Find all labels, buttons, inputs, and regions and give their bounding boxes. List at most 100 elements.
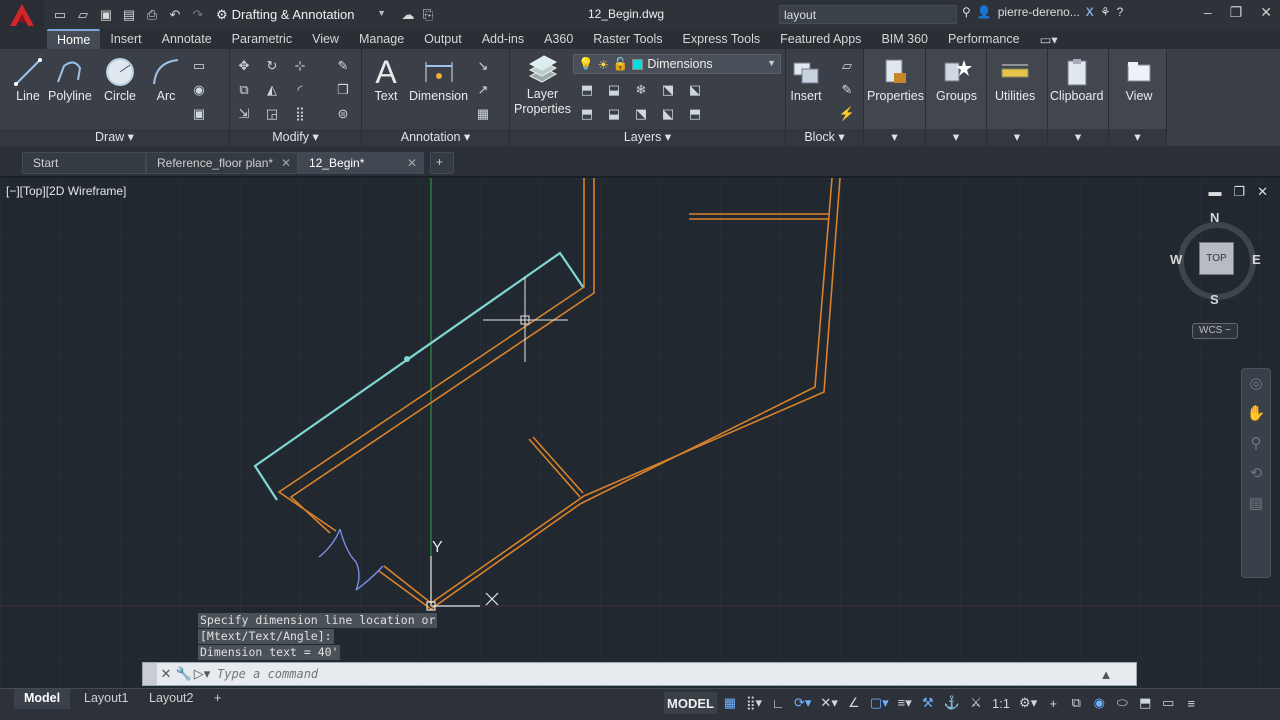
share-icon[interactable]: ☁ — [398, 5, 418, 25]
drawing-area[interactable]: Y [−][Top][2D Wireframe] ▬ ❐ ✕ TOP N S E… — [0, 178, 1280, 688]
fillet-icon[interactable]: ◜ — [291, 81, 309, 99]
minimize-icon[interactable]: – — [1204, 4, 1212, 21]
tab-add-ins[interactable]: Add-ins — [472, 30, 534, 48]
showmotion-icon[interactable]: ▤ — [1242, 489, 1270, 519]
annotation-scale-value[interactable]: 1:1 — [989, 692, 1013, 714]
zoom-extents-icon[interactable]: ⚲ — [1242, 429, 1270, 459]
rotate-icon[interactable]: ↻ — [263, 57, 281, 75]
groups-button[interactable]: Groups — [936, 55, 977, 103]
tab-parametric[interactable]: Parametric — [222, 30, 302, 48]
workspace-switch-icon[interactable]: ⚙▾ — [1016, 692, 1040, 714]
doc-tab-start[interactable]: Start — [22, 152, 146, 174]
tab-home[interactable]: Home — [47, 29, 101, 49]
units-icon[interactable]: ⧉ — [1066, 692, 1086, 714]
snap-icon[interactable]: ⣿▾ — [743, 692, 765, 714]
layer-freeze-icon[interactable]: ❄ — [632, 81, 650, 99]
layers-panel-title[interactable]: Layers ▾ — [510, 129, 785, 146]
user-icon[interactable]: 👤 — [977, 5, 992, 19]
viewcube[interactable]: TOP N S E W — [1170, 210, 1262, 307]
polar-tracking-icon[interactable]: ⟳▾ — [791, 692, 814, 714]
properties-button[interactable]: Properties — [867, 55, 924, 103]
layer-dropdown[interactable]: 💡 ☀ 🔓 Dimensions ▼ — [573, 54, 781, 74]
groups-expand[interactable]: ▾ — [926, 129, 986, 146]
layout-tab-layout1[interactable]: Layout1 — [74, 689, 138, 709]
workspace-dropdown[interactable]: ⚙ Drafting & Annotation ▼ — [212, 4, 390, 26]
user-name[interactable]: pierre-dereno... — [998, 5, 1080, 19]
annotation-visibility-icon[interactable]: ⚒ — [918, 692, 938, 714]
arc-button[interactable]: Arc — [148, 55, 184, 103]
binoculars-icon[interactable]: ⚲ — [962, 5, 971, 19]
minimize-viewport-icon[interactable]: ▬ — [1208, 184, 1221, 200]
layout-tab-model[interactable]: Model — [14, 689, 71, 709]
tab-manage[interactable]: Manage — [349, 30, 414, 48]
properties-expand[interactable]: ▾ — [864, 129, 925, 146]
ribbon-options-icon[interactable]: ▭▾ — [1030, 30, 1068, 49]
gradient-icon[interactable]: ▣ — [190, 105, 208, 123]
tab-express-tools[interactable]: Express Tools — [673, 30, 771, 48]
grid-icon[interactable]: ▦ — [720, 692, 740, 714]
insert-button[interactable]: Insert — [788, 55, 824, 103]
redo-icon[interactable]: ↷ — [188, 5, 208, 25]
orbit-icon[interactable]: ⟲ — [1242, 459, 1270, 489]
lineweight-icon[interactable]: ≡▾ — [895, 692, 915, 714]
object-snap-tracking-icon[interactable]: ∠ — [844, 692, 864, 714]
layer-unisolate-icon[interactable]: ⬕ — [686, 81, 704, 99]
block-panel-title[interactable]: Block ▾ — [786, 129, 863, 146]
help-icon[interactable]: ? — [1117, 5, 1124, 19]
customization-icon[interactable]: ≡ — [1181, 692, 1201, 714]
ortho-icon[interactable]: ∟ — [768, 692, 788, 714]
hardware-acceleration-icon[interactable]: ⬒ — [1135, 692, 1155, 714]
undo-icon[interactable]: ↶ — [165, 5, 185, 25]
tab-a360[interactable]: A360 — [534, 30, 583, 48]
edit-block-icon[interactable]: ✎ — [838, 81, 856, 99]
object-snap-icon[interactable]: ▢▾ — [867, 692, 892, 714]
mleader-icon[interactable]: ↗ — [474, 81, 492, 99]
tab-featured-apps[interactable]: Featured Apps — [770, 30, 871, 48]
layout-tab-layout2[interactable]: Layout2 — [139, 689, 203, 709]
layer-properties-button[interactable]: Layer Properties — [514, 53, 571, 117]
wrench-icon[interactable]: 🔧 — [175, 666, 193, 682]
match-layer-icon[interactable]: ⬓ — [605, 105, 623, 123]
command-prompt-icon[interactable]: ▷▾ — [193, 666, 211, 682]
plot-icon[interactable]: ⎘ — [418, 5, 438, 25]
isolate-objects-icon[interactable]: ⬭ — [1112, 692, 1132, 714]
tab-raster-tools[interactable]: Raster Tools — [583, 30, 672, 48]
tab-insert[interactable]: Insert — [100, 30, 151, 48]
draw-panel-title[interactable]: Draw ▾ — [0, 129, 229, 146]
restore-viewport-icon[interactable]: ❐ — [1233, 184, 1245, 200]
tab-annotate[interactable]: Annotate — [152, 30, 222, 48]
block-attribute-icon[interactable]: ⚡ — [838, 105, 856, 123]
erase-icon[interactable]: ✎ — [334, 57, 352, 75]
quick-properties-icon[interactable]: ◉ — [1089, 692, 1109, 714]
dimension-grip[interactable] — [404, 356, 410, 362]
view-button[interactable]: View — [1121, 55, 1157, 103]
auto-scale-icon[interactable]: ⚓ — [941, 692, 963, 714]
exchange-icon[interactable]: X — [1086, 5, 1094, 19]
command-history-toggle-icon[interactable]: ▲ — [1097, 667, 1115, 682]
utilities-button[interactable]: Utilities — [995, 55, 1035, 103]
stretch-icon[interactable]: ⇲ — [235, 105, 253, 123]
tab-output[interactable]: Output — [414, 30, 472, 48]
tab-performance[interactable]: Performance — [938, 30, 1030, 48]
rectangle-icon[interactable]: ▭ — [190, 57, 208, 75]
make-current-icon[interactable]: ⬒ — [578, 105, 596, 123]
save-as-icon[interactable]: ▤ — [119, 5, 139, 25]
layer-unlock-icon[interactable]: ⬒ — [686, 105, 704, 123]
clean-screen-icon[interactable]: ▭ — [1158, 692, 1178, 714]
polyline-button[interactable]: Polyline — [48, 55, 92, 103]
application-menu-button[interactable] — [0, 0, 44, 29]
compass-west[interactable]: W — [1170, 252, 1182, 267]
view-expand[interactable]: ▾ — [1109, 129, 1166, 146]
clipboard-button[interactable]: Clipboard — [1050, 55, 1104, 103]
mirror-icon[interactable]: ◭ — [263, 81, 281, 99]
create-block-icon[interactable]: ▱ — [838, 57, 856, 75]
scale-icon[interactable]: ◲ — [263, 105, 281, 123]
close-icon[interactable]: ✕ — [1260, 4, 1272, 21]
search-input[interactable] — [779, 5, 957, 24]
save-icon[interactable]: ▣ — [96, 5, 116, 25]
drawing-canvas[interactable]: Y — [0, 178, 1280, 688]
trim-icon[interactable]: ⊹ — [291, 57, 309, 75]
annotation-scale-icon[interactable]: ⚔ — [966, 692, 986, 714]
compass-north[interactable]: N — [1210, 210, 1219, 225]
command-line-grip[interactable] — [143, 663, 157, 685]
